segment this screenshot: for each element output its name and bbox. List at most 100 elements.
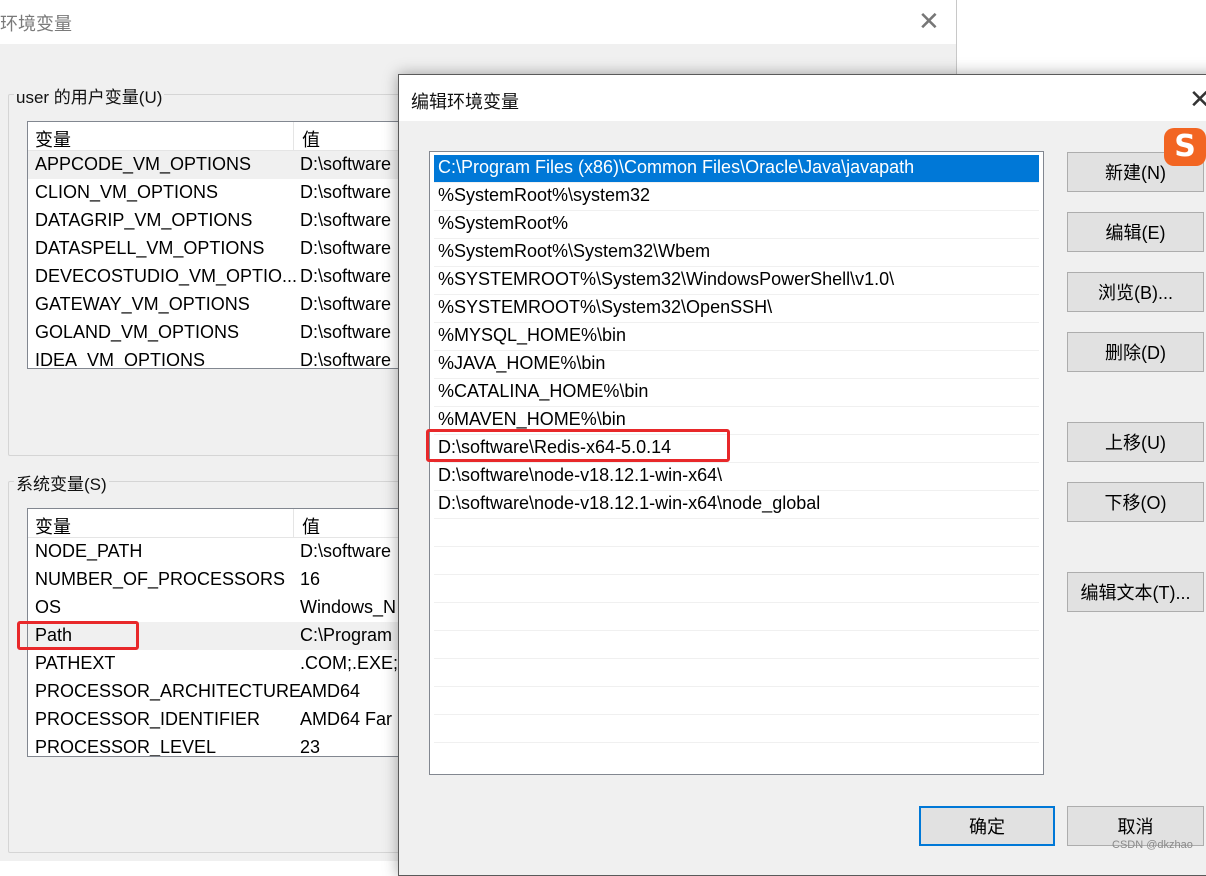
list-item[interactable]: %MYSQL_HOME%\bin (434, 323, 1039, 351)
empty-list-row[interactable] (434, 659, 1039, 687)
title-bar: 环境变量 ✕ (0, 0, 956, 44)
path-entry: D:\software\node-v18.12.1-win-x64\ (438, 465, 723, 485)
variable-name: GATEWAY_VM_OPTIONS (35, 294, 250, 314)
path-entry: D:\software\node-v18.12.1-win-x64\node_g… (438, 493, 821, 513)
dialog-title-bar: 编辑环境变量 ✕ (399, 75, 1206, 121)
ok-button[interactable]: 确定 (919, 806, 1055, 846)
list-item[interactable]: %SYSTEMROOT%\System32\WindowsPowerShell\… (434, 267, 1039, 295)
empty-list-row[interactable] (434, 603, 1039, 631)
empty-list-row[interactable] (434, 715, 1039, 743)
list-item[interactable]: %SystemRoot% (434, 211, 1039, 239)
variable-value: AMD64 (300, 681, 361, 701)
window-title: 环境变量 (0, 14, 72, 34)
variable-name: CLION_VM_OPTIONS (35, 182, 219, 202)
variable-name: PROCESSOR_LEVEL (35, 737, 217, 757)
list-item[interactable]: C:\Program Files (x86)\Common Files\Orac… (434, 155, 1039, 183)
variable-value: D:\software (300, 350, 392, 369)
path-entry: %SystemRoot% (438, 213, 569, 233)
variable-name: PATHEXT (35, 653, 116, 673)
edit-button[interactable]: 编辑(E) (1067, 212, 1204, 252)
column-header-variable[interactable]: 变量 (35, 513, 71, 539)
table-row[interactable]: PROCESSOR_IDENTIFIER AMD64 Far (28, 706, 408, 734)
variable-name: OS (35, 597, 62, 617)
empty-list-row[interactable] (434, 631, 1039, 659)
variable-value: D:\software (300, 266, 392, 286)
table-row[interactable]: APPCODE_VM_OPTIONS D:\software (28, 151, 408, 179)
empty-list-row[interactable] (434, 687, 1039, 715)
redis-highlight-box (426, 429, 730, 462)
path-entries-list[interactable]: C:\Program Files (x86)\Common Files\Orac… (429, 151, 1044, 775)
column-divider[interactable] (293, 122, 294, 150)
table-row[interactable]: CLION_VM_OPTIONS D:\software (28, 179, 408, 207)
column-divider[interactable] (293, 509, 294, 537)
variable-value: D:\software (300, 238, 392, 258)
variable-value: C:\Program (300, 625, 393, 645)
list-item[interactable]: D:\software\node-v18.12.1-win-x64\node_g… (434, 491, 1039, 519)
variable-name: DATASPELL_VM_OPTIONS (35, 238, 265, 258)
variable-name: DEVECOSTUDIO_VM_OPTIO... (35, 266, 298, 286)
table-row[interactable]: GATEWAY_VM_OPTIONS D:\software (28, 291, 408, 319)
delete-button[interactable]: 删除(D) (1067, 332, 1204, 372)
list-item[interactable]: %CATALINA_HOME%\bin (434, 379, 1039, 407)
table-row[interactable]: NODE_PATH D:\software (28, 538, 408, 566)
move-up-button[interactable]: 上移(U) (1067, 422, 1204, 462)
table-row[interactable]: DATAGRIP_VM_OPTIONS D:\software (28, 207, 408, 235)
browse-button[interactable]: 浏览(B)... (1067, 272, 1204, 312)
empty-list-row[interactable] (434, 547, 1039, 575)
user-variables-label: user 的用户变量(U) (14, 83, 165, 108)
close-icon[interactable]: ✕ (918, 6, 940, 36)
list-item[interactable]: %SystemRoot%\System32\Wbem (434, 239, 1039, 267)
variable-name: GOLAND_VM_OPTIONS (35, 322, 240, 342)
list-header: 变量 值 (28, 122, 408, 151)
list-item[interactable]: %SYSTEMROOT%\System32\OpenSSH\ (434, 295, 1039, 323)
path-entry: C:\Program Files (x86)\Common Files\Orac… (438, 157, 915, 177)
list-item[interactable]: D:\software\node-v18.12.1-win-x64\ (434, 463, 1039, 491)
variable-value: D:\software (300, 294, 392, 314)
list-header: 变量 值 (28, 509, 408, 538)
edit-text-button[interactable]: 编辑文本(T)... (1067, 572, 1204, 612)
variable-name: NODE_PATH (35, 541, 143, 561)
variable-name: DATAGRIP_VM_OPTIONS (35, 210, 253, 230)
path-highlight-box (17, 621, 139, 650)
variable-name: NUMBER_OF_PROCESSORS (35, 569, 286, 589)
close-icon[interactable]: ✕ (1189, 85, 1206, 113)
list-item[interactable]: %SystemRoot%\system32 (434, 183, 1039, 211)
variable-value: 23 (300, 737, 321, 757)
path-entry: %SystemRoot%\system32 (438, 185, 651, 205)
empty-list-row[interactable] (434, 575, 1039, 603)
path-entry: %MAVEN_HOME%\bin (438, 409, 626, 429)
variable-value: Windows_N (300, 597, 397, 617)
path-entry: %SystemRoot%\System32\Wbem (438, 241, 711, 261)
table-row[interactable]: NUMBER_OF_PROCESSORS 16 (28, 566, 408, 594)
table-row[interactable]: GOLAND_VM_OPTIONS D:\software (28, 319, 408, 347)
path-entry: %JAVA_HOME%\bin (438, 353, 606, 373)
table-row[interactable]: PROCESSOR_ARCHITECTURE AMD64 (28, 678, 408, 706)
table-row[interactable]: OS Windows_N (28, 594, 408, 622)
table-row[interactable]: IDEA_VM_OPTIONS D:\software (28, 347, 408, 369)
table-row[interactable]: DEVECOSTUDIO_VM_OPTIO... D:\software (28, 263, 408, 291)
column-header-value[interactable]: 值 (302, 513, 320, 539)
variable-value: D:\software (300, 541, 392, 561)
variable-value: D:\software (300, 154, 392, 174)
dialog-title: 编辑环境变量 (411, 92, 519, 112)
variable-value: D:\software (300, 182, 392, 202)
variable-value: D:\software (300, 322, 392, 342)
user-variables-list[interactable]: 变量 值 APPCODE_VM_OPTIONS D:\software CLION… (27, 121, 409, 369)
empty-list-row[interactable] (434, 519, 1039, 547)
path-entry: %SYSTEMROOT%\System32\WindowsPowerShell\… (438, 269, 895, 289)
sogou-ime-icon[interactable]: S (1164, 128, 1206, 166)
path-entry: %SYSTEMROOT%\System32\OpenSSH\ (438, 297, 773, 317)
move-down-button[interactable]: 下移(O) (1067, 482, 1204, 522)
table-row[interactable]: DATASPELL_VM_OPTIONS D:\software (28, 235, 408, 263)
variable-value: 16 (300, 569, 321, 589)
system-variables-label: 系统变量(S) (14, 470, 109, 495)
variable-name: PROCESSOR_IDENTIFIER (35, 709, 261, 729)
table-row[interactable]: PROCESSOR_LEVEL 23 (28, 734, 408, 757)
column-header-variable[interactable]: 变量 (35, 126, 71, 152)
path-entry: %MYSQL_HOME%\bin (438, 325, 627, 345)
list-item[interactable]: %JAVA_HOME%\bin (434, 351, 1039, 379)
table-row[interactable]: PATHEXT .COM;.EXE;. (28, 650, 408, 678)
watermark: CSDN @dkzhao (1112, 839, 1193, 851)
column-header-value[interactable]: 值 (302, 126, 320, 152)
variable-name: IDEA_VM_OPTIONS (35, 350, 206, 369)
